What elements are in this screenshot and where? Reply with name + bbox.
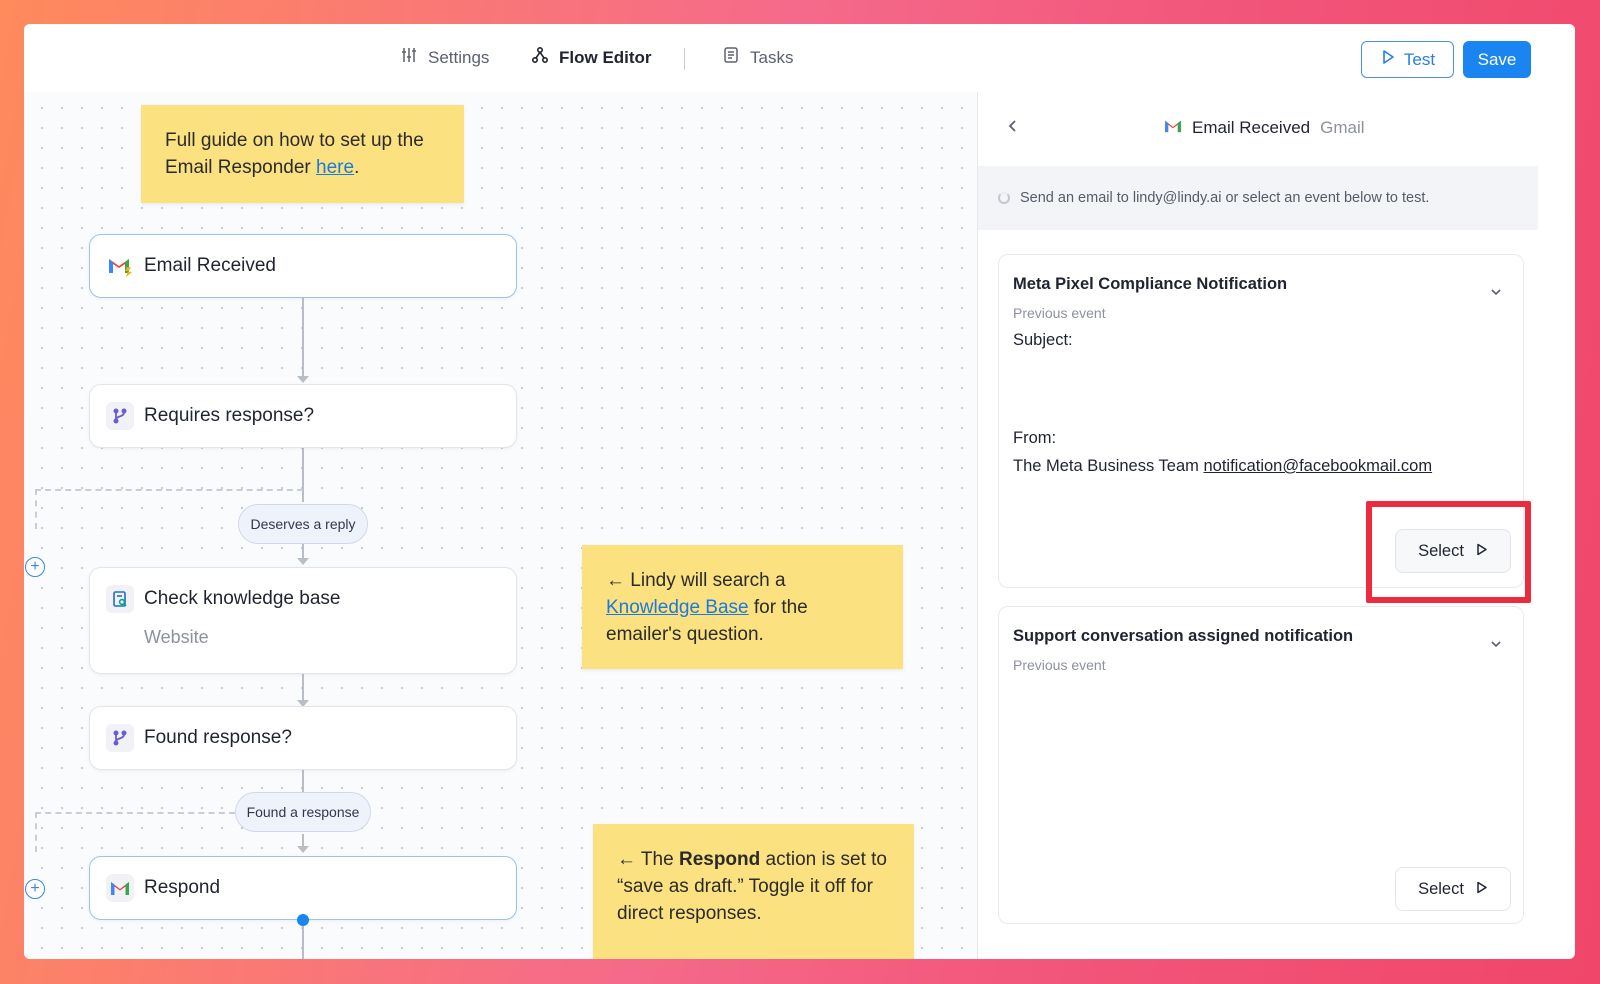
- arrow-left-icon: ←: [617, 849, 636, 870]
- node-subtitle: Website: [144, 627, 209, 647]
- add-branch-button[interactable]: +: [25, 557, 45, 577]
- node-found-response[interactable]: Found response?: [89, 706, 517, 770]
- tab-settings[interactable]: Settings: [400, 46, 489, 69]
- info-bar: Send an email to lindy@lindy.ai or selec…: [978, 166, 1538, 230]
- test-button-label: Test: [1403, 49, 1436, 69]
- highlight-box: [1366, 501, 1531, 603]
- kb-note-text: Lindy will search a: [625, 570, 786, 591]
- knowledge-base-link[interactable]: Knowledge Base: [606, 597, 749, 618]
- from-email-link[interactable]: notification@facebookmail.com: [1203, 457, 1432, 475]
- tab-tasks[interactable]: Tasks: [722, 46, 793, 69]
- connector-arrow: [297, 846, 309, 853]
- guide-note-text: Full guide on how to set up the Email Re…: [165, 130, 424, 178]
- connector-line: [302, 770, 304, 792]
- back-chevron-icon[interactable]: [1006, 116, 1020, 139]
- knowledge-base-note: ← Lindy will search a Knowledge Base for…: [582, 545, 903, 669]
- tab-flow-editor-label: Flow Editor: [559, 47, 652, 67]
- select-button-label: Select: [1418, 879, 1464, 898]
- node-title: Respond: [144, 877, 221, 898]
- guide-link[interactable]: here: [316, 157, 354, 178]
- play-icon: [1476, 880, 1488, 899]
- chevron-down-icon[interactable]: [1489, 637, 1505, 653]
- connector-line: [302, 298, 304, 378]
- sliders-icon: [400, 46, 418, 69]
- top-bar: Settings Flow Editor Tasks Test Save: [24, 24, 1575, 92]
- guide-note-suffix: .: [354, 157, 360, 178]
- panel-title: Email Received Gmail: [1164, 118, 1365, 138]
- panel-title-text: Email Received: [1192, 118, 1311, 137]
- play-icon: [1380, 49, 1396, 70]
- app-window: Settings Flow Editor Tasks Test Save Ful…: [24, 24, 1575, 959]
- node-title: Found response?: [144, 727, 292, 748]
- branch-dashed-line: [35, 489, 303, 491]
- branch-icon: [106, 402, 134, 430]
- gmail-trigger-icon: [106, 252, 134, 280]
- branch-pill-deserves-reply[interactable]: Deserves a reply: [238, 504, 368, 544]
- subject-label: Subject:: [1013, 331, 1073, 349]
- connector-line: [302, 448, 304, 502]
- loading-spinner-icon: [998, 192, 1010, 204]
- event-subtitle: Previous event: [1013, 305, 1106, 321]
- node-title: Requires response?: [144, 405, 315, 426]
- info-text: Send an email to lindy@lindy.ai or selec…: [1020, 190, 1430, 206]
- node-respond[interactable]: Respond: [89, 856, 517, 920]
- node-title: Check knowledge base: [144, 588, 341, 609]
- test-button[interactable]: Test: [1361, 41, 1454, 78]
- connection-handle[interactable]: [297, 914, 309, 926]
- connector-line: [302, 926, 304, 959]
- panel-header: Email Received Gmail: [978, 92, 1575, 162]
- connector-arrow: [297, 376, 309, 383]
- tab-divider: [684, 48, 685, 70]
- branch-icon: [106, 724, 134, 752]
- save-button[interactable]: Save: [1463, 41, 1531, 78]
- event-subtitle: Previous event: [1013, 657, 1106, 673]
- tasks-icon: [722, 46, 740, 69]
- event-title: Meta Pixel Compliance Notification: [1013, 275, 1288, 293]
- select-event-button[interactable]: Select: [1395, 867, 1511, 911]
- panel-subtitle: Gmail: [1320, 118, 1365, 137]
- knowledge-base-icon: [106, 585, 134, 613]
- connector-arrow: [297, 558, 309, 565]
- gmail-icon: [106, 874, 134, 902]
- from-value: The Meta Business Team notification@face…: [1013, 457, 1432, 476]
- chevron-down-icon[interactable]: [1489, 285, 1505, 301]
- arrow-left-icon: ←: [606, 570, 625, 591]
- respond-note: ← The Respond action is set to “save as …: [593, 824, 914, 959]
- node-email-received[interactable]: Email Received: [89, 234, 517, 298]
- tab-settings-label: Settings: [428, 47, 490, 67]
- respond-note-bold: Respond: [678, 849, 761, 870]
- tab-tasks-label: Tasks: [750, 47, 794, 67]
- tab-flow-editor[interactable]: Flow Editor: [531, 46, 652, 69]
- add-branch-button[interactable]: +: [25, 879, 45, 899]
- guide-note: Full guide on how to set up the Email Re…: [141, 105, 464, 203]
- event-card[interactable]: Support conversation assigned notificati…: [998, 606, 1524, 924]
- branch-pill-found-response[interactable]: Found a response: [235, 792, 371, 832]
- node-check-knowledge-base[interactable]: Check knowledge base Website: [89, 567, 517, 674]
- from-name: The Meta Business Team: [1013, 457, 1199, 475]
- node-title: Email Received: [144, 255, 276, 276]
- respond-note-text: The: [636, 849, 679, 870]
- flow-canvas[interactable]: Full guide on how to set up the Email Re…: [24, 92, 977, 959]
- connector-line: [302, 674, 304, 702]
- branch-dashed-line: [35, 812, 235, 814]
- branch-dashed-line: [35, 489, 37, 529]
- gmail-icon: [1164, 118, 1182, 138]
- from-label: From:: [1013, 429, 1057, 447]
- flow-icon: [531, 46, 549, 69]
- node-requires-response[interactable]: Requires response?: [89, 384, 517, 448]
- branch-dashed-line: [35, 812, 37, 852]
- event-title: Support conversation assigned notificati…: [1013, 627, 1354, 645]
